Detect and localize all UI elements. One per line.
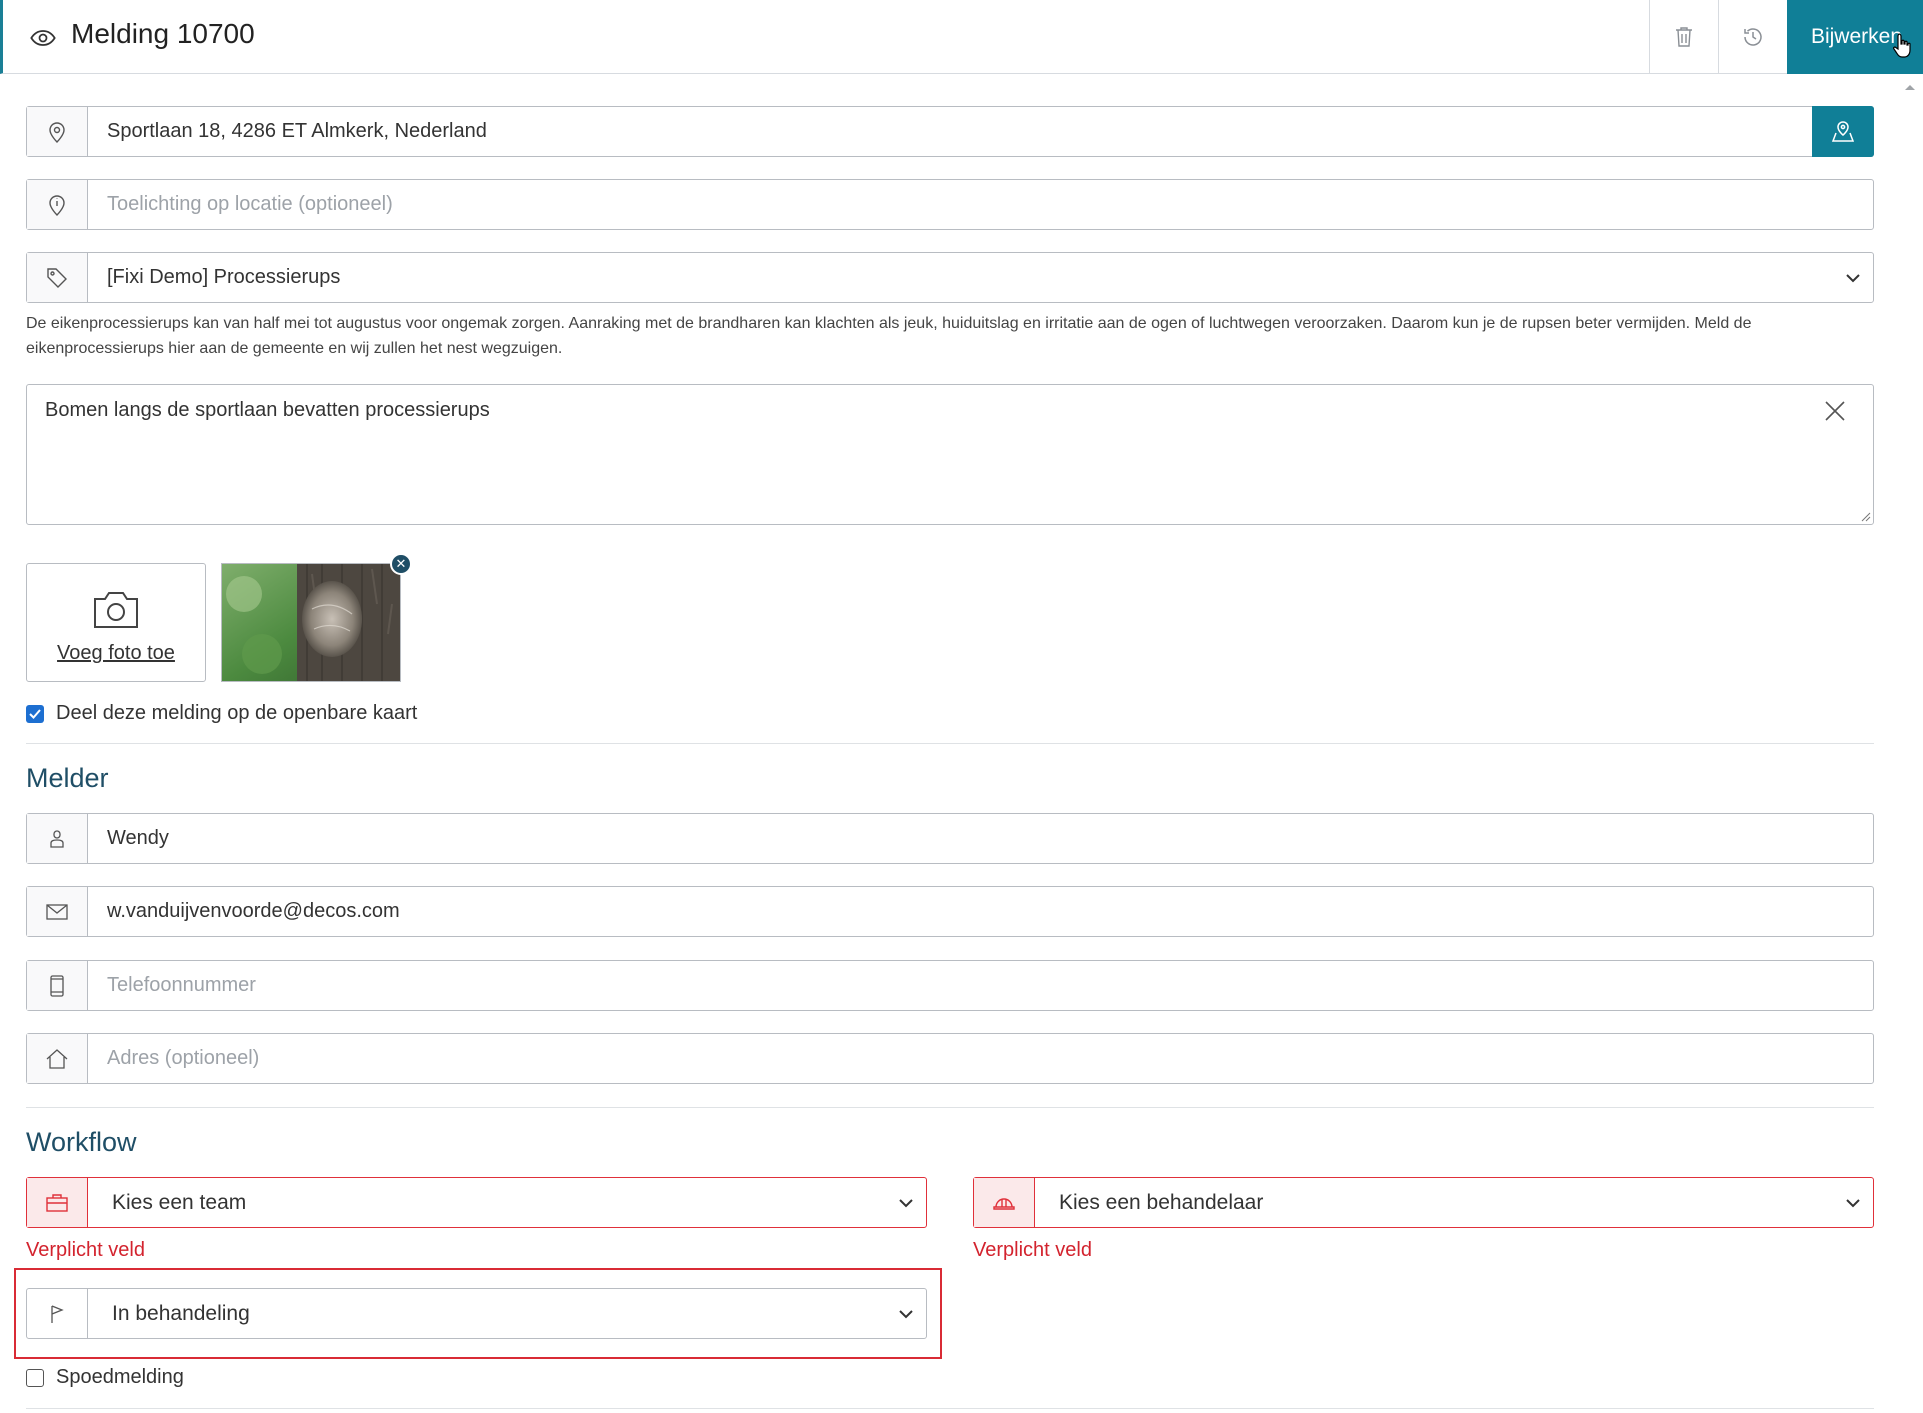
camera-icon (94, 592, 138, 628)
location-explanation-placeholder[interactable]: Toelichting op locatie (optioneel) (88, 180, 1873, 229)
status-value[interactable]: In behandeling (88, 1289, 886, 1338)
reporter-phone-placeholder[interactable]: Telefoonnummer (88, 961, 1873, 1010)
checkmark-icon (29, 708, 41, 719)
message-text[interactable]: Bomen langs de sportlaan bevatten proces… (45, 399, 490, 422)
reporter-heading: Melder (26, 763, 109, 793)
chevron-down-icon[interactable] (886, 1289, 926, 1338)
flag-addon (27, 1289, 88, 1338)
trash-icon (1676, 27, 1692, 47)
share-on-map-row[interactable]: Deel deze melding op de openbare kaart (26, 702, 417, 725)
close-icon: ✕ (395, 556, 407, 571)
reporter-address-placeholder[interactable]: Adres (optioneel) (88, 1034, 1873, 1083)
header-bar: Melding 10700 Bijwerken (0, 0, 1923, 74)
info-pin-addon (27, 180, 88, 229)
status-select[interactable]: In behandeling (26, 1288, 927, 1339)
reporter-email-field[interactable]: w.vanduijvenvoorde@decos.com (26, 886, 1874, 937)
category-description: De eikenprocessierups kan van half mei t… (26, 315, 1752, 357)
handler-select[interactable]: Kies een behandelaar (973, 1177, 1874, 1228)
map-pin-icon (49, 121, 65, 143)
urgent-checkbox[interactable] (26, 1368, 44, 1387)
location-pin-addon (27, 107, 88, 156)
briefcase-icon (46, 1193, 68, 1212)
handler-placeholder[interactable]: Kies een behandelaar (1035, 1178, 1833, 1227)
add-photo-label[interactable]: Voeg foto toe (27, 642, 205, 665)
reporter-name-value[interactable]: Wendy (88, 814, 1873, 863)
briefcase-addon (27, 1178, 88, 1227)
delete-button[interactable] (1649, 0, 1718, 74)
history-icon (1744, 28, 1762, 46)
reporter-address-field[interactable]: Adres (optioneel) (26, 1033, 1874, 1084)
chevron-down-icon[interactable] (1833, 253, 1873, 302)
message-textarea[interactable]: Bomen langs de sportlaan bevatten proces… (26, 384, 1874, 525)
scroll-up-arrow[interactable] (1902, 80, 1918, 94)
reporter-name-field[interactable]: Wendy (26, 813, 1874, 864)
user-icon (50, 829, 64, 848)
home-addon (27, 1034, 88, 1083)
page-title: Melding 10700 (71, 18, 255, 49)
nest-on-tree-image (222, 564, 400, 681)
handler-required-error: Verplicht veld (973, 1239, 1092, 1261)
history-button[interactable] (1718, 0, 1787, 74)
envelope-icon (46, 903, 68, 920)
divider (26, 743, 1874, 744)
hand-cursor-icon (1893, 33, 1911, 58)
home-icon (46, 1048, 68, 1069)
chevron-down-icon[interactable] (1833, 1178, 1873, 1227)
chevron-down-icon[interactable] (886, 1178, 926, 1227)
helmet-addon (974, 1178, 1035, 1227)
address-value[interactable]: Sportlaan 18, 4286 ET Almkerk, Nederland (88, 107, 1812, 156)
clear-text-icon[interactable] (1823, 399, 1847, 423)
user-addon (27, 814, 88, 863)
urgent-row[interactable]: Spoedmelding (26, 1366, 184, 1389)
info-pin-icon (49, 194, 65, 216)
tag-icon (47, 267, 67, 288)
resize-grip-icon[interactable] (1859, 510, 1871, 522)
remove-photo-button[interactable]: ✕ (390, 553, 412, 575)
share-on-map-label: Deel deze melding op de openbare kaart (56, 702, 418, 724)
phone-addon (27, 961, 88, 1010)
mail-addon (27, 887, 88, 936)
category-select[interactable]: [Fixi Demo] Processierups (26, 252, 1874, 303)
share-on-map-checkbox[interactable] (26, 704, 44, 723)
tag-addon (27, 253, 88, 302)
workflow-heading: Workflow (26, 1127, 137, 1157)
map-button[interactable] (1812, 106, 1874, 157)
photo-thumbnail[interactable] (221, 563, 401, 682)
reporter-phone-field[interactable]: Telefoonnummer (26, 960, 1874, 1011)
location-explanation-field[interactable]: Toelichting op locatie (optioneel) (26, 179, 1874, 230)
mobile-phone-icon (50, 974, 64, 997)
team-placeholder[interactable]: Kies een team (88, 1178, 886, 1227)
reporter-email-value[interactable]: w.vanduijvenvoorde@decos.com (88, 887, 1873, 936)
team-select[interactable]: Kies een team (26, 1177, 927, 1228)
flag-icon (51, 1304, 64, 1323)
add-photo-button[interactable]: Voeg foto toe (26, 563, 206, 682)
map-marker-icon (1831, 120, 1855, 142)
address-field[interactable]: Sportlaan 18, 4286 ET Almkerk, Nederland (26, 106, 1874, 157)
divider (26, 1408, 1874, 1409)
team-required-error: Verplicht veld (26, 1239, 145, 1261)
urgent-label: Spoedmelding (56, 1366, 184, 1388)
divider (26, 1107, 1874, 1108)
hard-hat-icon (993, 1197, 1015, 1210)
category-value[interactable]: [Fixi Demo] Processierups (88, 253, 1833, 302)
eye-icon (30, 30, 56, 46)
